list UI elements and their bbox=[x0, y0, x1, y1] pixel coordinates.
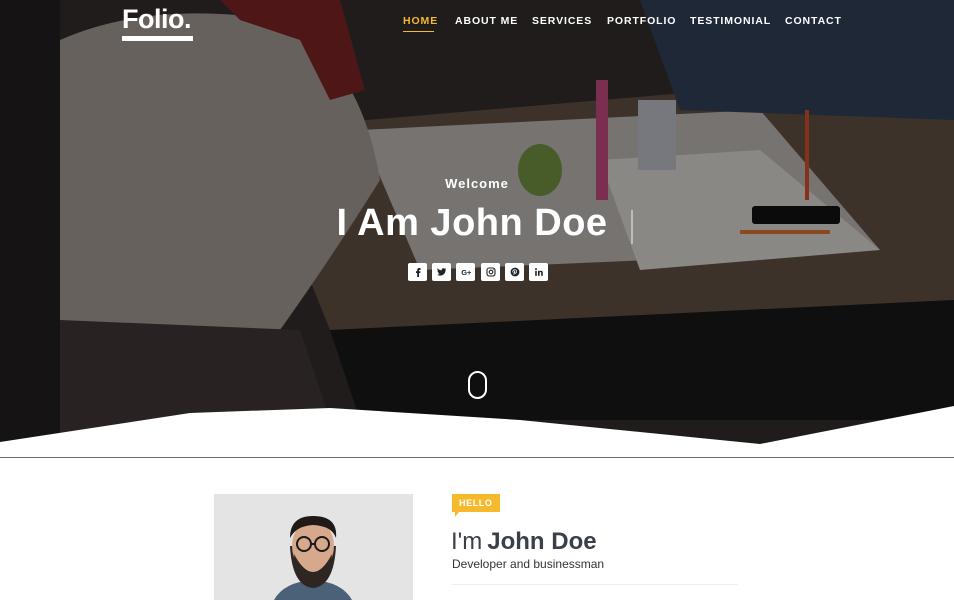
instagram-icon[interactable] bbox=[481, 263, 500, 281]
linkedin-icon[interactable] bbox=[529, 263, 548, 281]
facebook-icon[interactable] bbox=[408, 263, 427, 281]
section-divider bbox=[0, 457, 954, 458]
nav-item-home[interactable]: HOME bbox=[403, 15, 438, 27]
nav-item-about-me[interactable]: ABOUT ME bbox=[455, 15, 518, 27]
twitter-icon[interactable] bbox=[432, 263, 451, 281]
logo-underline bbox=[122, 36, 193, 41]
google-plus-icon[interactable]: G+ bbox=[456, 263, 475, 281]
nav-active-indicator bbox=[403, 31, 434, 32]
hero-title: I Am John Doe bbox=[336, 202, 608, 244]
nav-item-portfolio[interactable]: PORTFOLIO bbox=[607, 15, 676, 27]
about-name-prefix: I'm bbox=[451, 528, 483, 555]
scroll-down-mouse-icon[interactable] bbox=[468, 371, 487, 399]
nav-item-testimonial[interactable]: TESTIMONIAL bbox=[690, 15, 771, 27]
profile-photo bbox=[214, 494, 413, 600]
about-heading: I'm John Doe bbox=[451, 527, 597, 557]
hero-welcome: Welcome bbox=[445, 176, 509, 191]
about-divider bbox=[452, 584, 738, 585]
hero-section: Folio. HOME ABOUT ME SERVICES PORTFOLIO … bbox=[0, 0, 954, 458]
nav-item-contact[interactable]: CONTACT bbox=[785, 15, 842, 27]
nav-item-services[interactable]: SERVICES bbox=[532, 15, 592, 27]
hello-badge-tail bbox=[455, 512, 459, 517]
site-logo[interactable]: Folio. bbox=[122, 4, 191, 34]
hero-angled-bottom bbox=[0, 400, 954, 458]
typing-caret bbox=[631, 210, 633, 244]
navbar: Folio. HOME ABOUT ME SERVICES PORTFOLIO … bbox=[0, 0, 954, 44]
svg-text:G+: G+ bbox=[461, 268, 471, 277]
hello-badge: HELLO bbox=[452, 494, 500, 512]
social-links: G+ bbox=[0, 263, 954, 281]
about-role: Developer and businessman bbox=[452, 557, 605, 571]
about-name: John Doe bbox=[487, 528, 597, 555]
pinterest-icon[interactable] bbox=[505, 263, 524, 281]
